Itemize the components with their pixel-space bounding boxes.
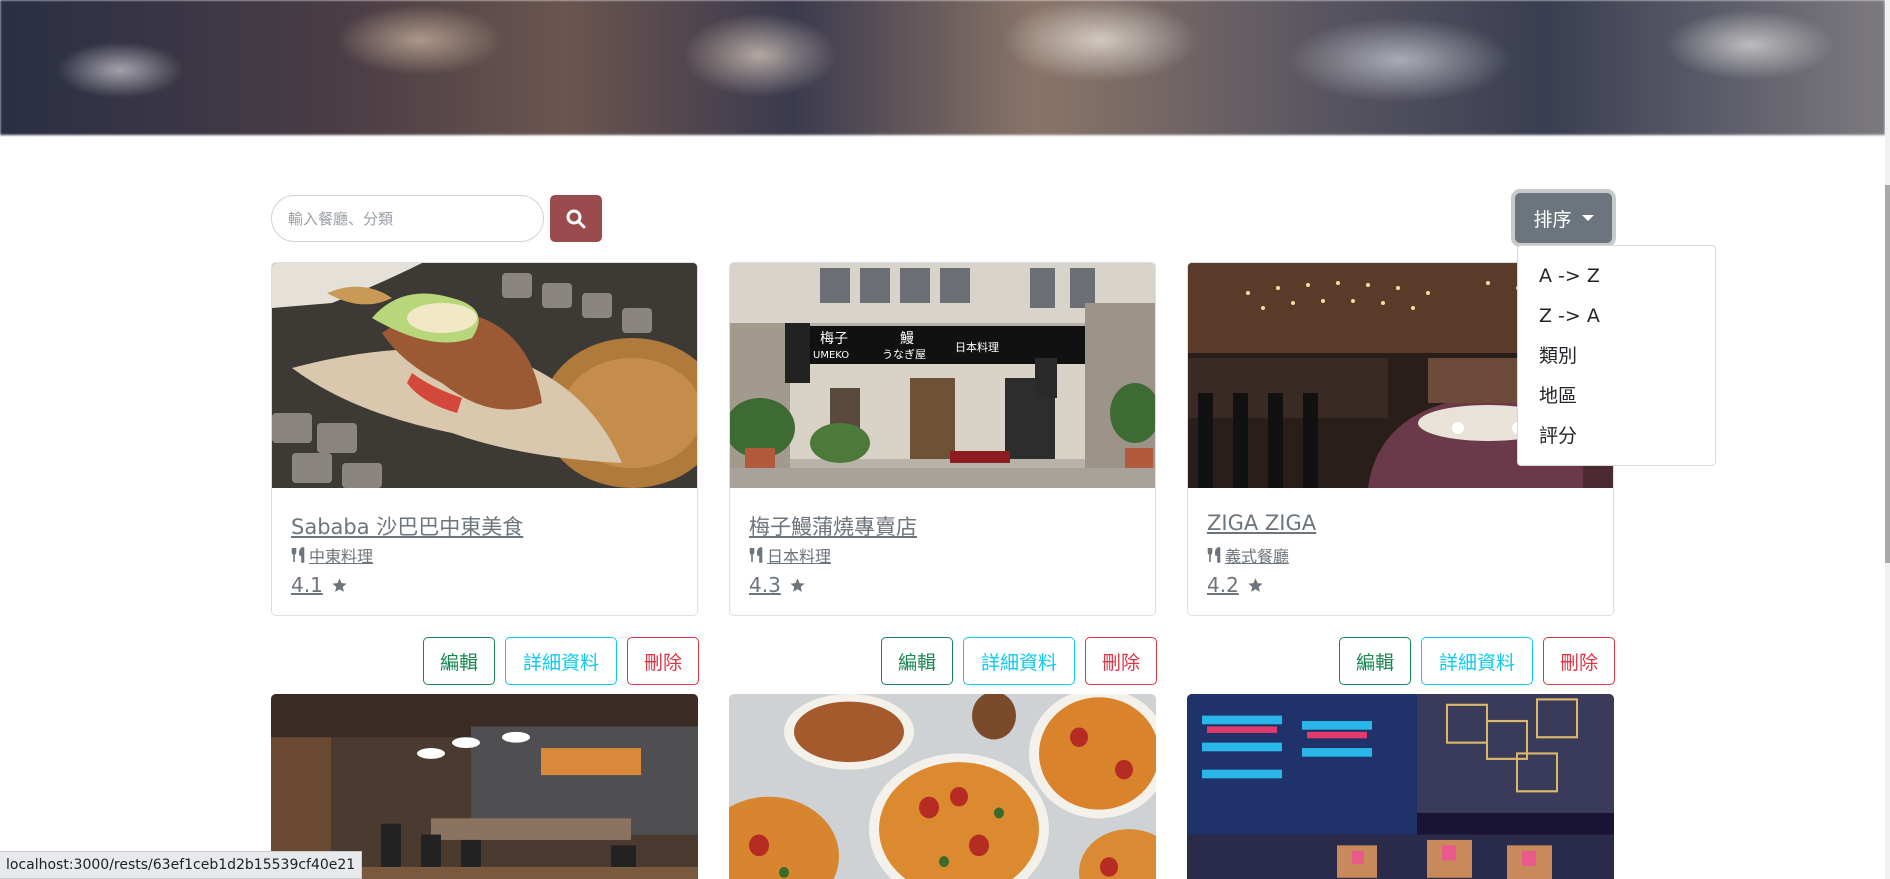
utensils-icon [291, 547, 305, 563]
search-icon [566, 209, 586, 228]
restaurant-name-link[interactable]: ZIGA ZIGA [1207, 511, 1316, 541]
star-icon [1248, 577, 1263, 592]
restaurant-card[interactable] [1187, 694, 1614, 879]
store-sign-text: 梅子 [820, 331, 848, 347]
restaurant-card[interactable]: Sababa 沙巴巴中東美食 中東料理 4.1 [271, 262, 698, 616]
edit-button[interactable]: 編輯 [881, 637, 953, 685]
utensils-icon [749, 547, 763, 563]
restaurant-card[interactable] [729, 694, 1156, 879]
restaurant-category[interactable]: 日本料理 [767, 543, 831, 567]
sort-option-z-a[interactable]: Z -> A [1518, 296, 1715, 336]
delete-button[interactable]: 刪除 [1543, 637, 1615, 685]
restaurant-category[interactable]: 義式餐廳 [1225, 543, 1289, 567]
hero-banner [0, 0, 1885, 135]
store-sign-text: UMEKO [813, 350, 849, 361]
restaurant-photo [729, 694, 1156, 879]
restaurant-name-link[interactable]: 梅子鰻蒲燒專賣店 [749, 511, 917, 541]
restaurant-rating[interactable]: 4.2 [1207, 573, 1239, 597]
restaurant-name-link[interactable]: Sababa 沙巴巴中東美食 [291, 511, 523, 541]
scrollbar-thumb[interactable] [1885, 185, 1890, 563]
delete-button[interactable]: 刪除 [627, 637, 699, 685]
star-icon [332, 577, 347, 592]
restaurant-category[interactable]: 中東料理 [309, 543, 373, 567]
store-sign-text: 鰻 [900, 331, 914, 347]
store-sign-text: うなぎ屋 [882, 347, 926, 361]
star-icon [790, 577, 805, 592]
sort-dropdown-button[interactable]: 排序 [1515, 193, 1612, 243]
restaurant-photo: 梅子 UMEKO 鰻 うなぎ屋 日本料理 [730, 263, 1155, 488]
restaurant-photo [1187, 694, 1614, 879]
search-button[interactable] [550, 195, 602, 242]
detail-button[interactable]: 詳細資料 [1421, 637, 1533, 685]
restaurant-rating[interactable]: 4.3 [749, 573, 781, 597]
restaurant-rating[interactable]: 4.1 [291, 573, 323, 597]
sort-option-rating[interactable]: 評分 [1518, 416, 1715, 456]
status-bar-url: localhost:3000/rests/63ef1ceb1d2b15539cf… [0, 851, 363, 879]
sort-dropdown-menu: A -> Z Z -> A 類別 地區 評分 [1517, 245, 1716, 466]
store-sign-text: 日本料理 [955, 340, 999, 354]
restaurant-card[interactable]: 梅子 UMEKO 鰻 うなぎ屋 日本料理 梅子鰻蒲燒專賣店 日本料理 4.3 [729, 262, 1156, 616]
utensils-icon [1207, 547, 1221, 563]
edit-button[interactable]: 編輯 [1339, 637, 1411, 685]
caret-down-icon [1581, 215, 1594, 221]
sort-option-location[interactable]: 地區 [1518, 376, 1715, 416]
detail-button[interactable]: 詳細資料 [963, 637, 1075, 685]
sort-label: 排序 [1533, 208, 1572, 231]
detail-button[interactable]: 詳細資料 [505, 637, 617, 685]
delete-button[interactable]: 刪除 [1085, 637, 1157, 685]
sort-option-a-z[interactable]: A -> Z [1518, 256, 1715, 296]
search-input[interactable] [271, 195, 544, 242]
sort-option-category[interactable]: 類別 [1518, 336, 1715, 376]
edit-button[interactable]: 編輯 [423, 637, 495, 685]
restaurant-photo [272, 263, 697, 488]
